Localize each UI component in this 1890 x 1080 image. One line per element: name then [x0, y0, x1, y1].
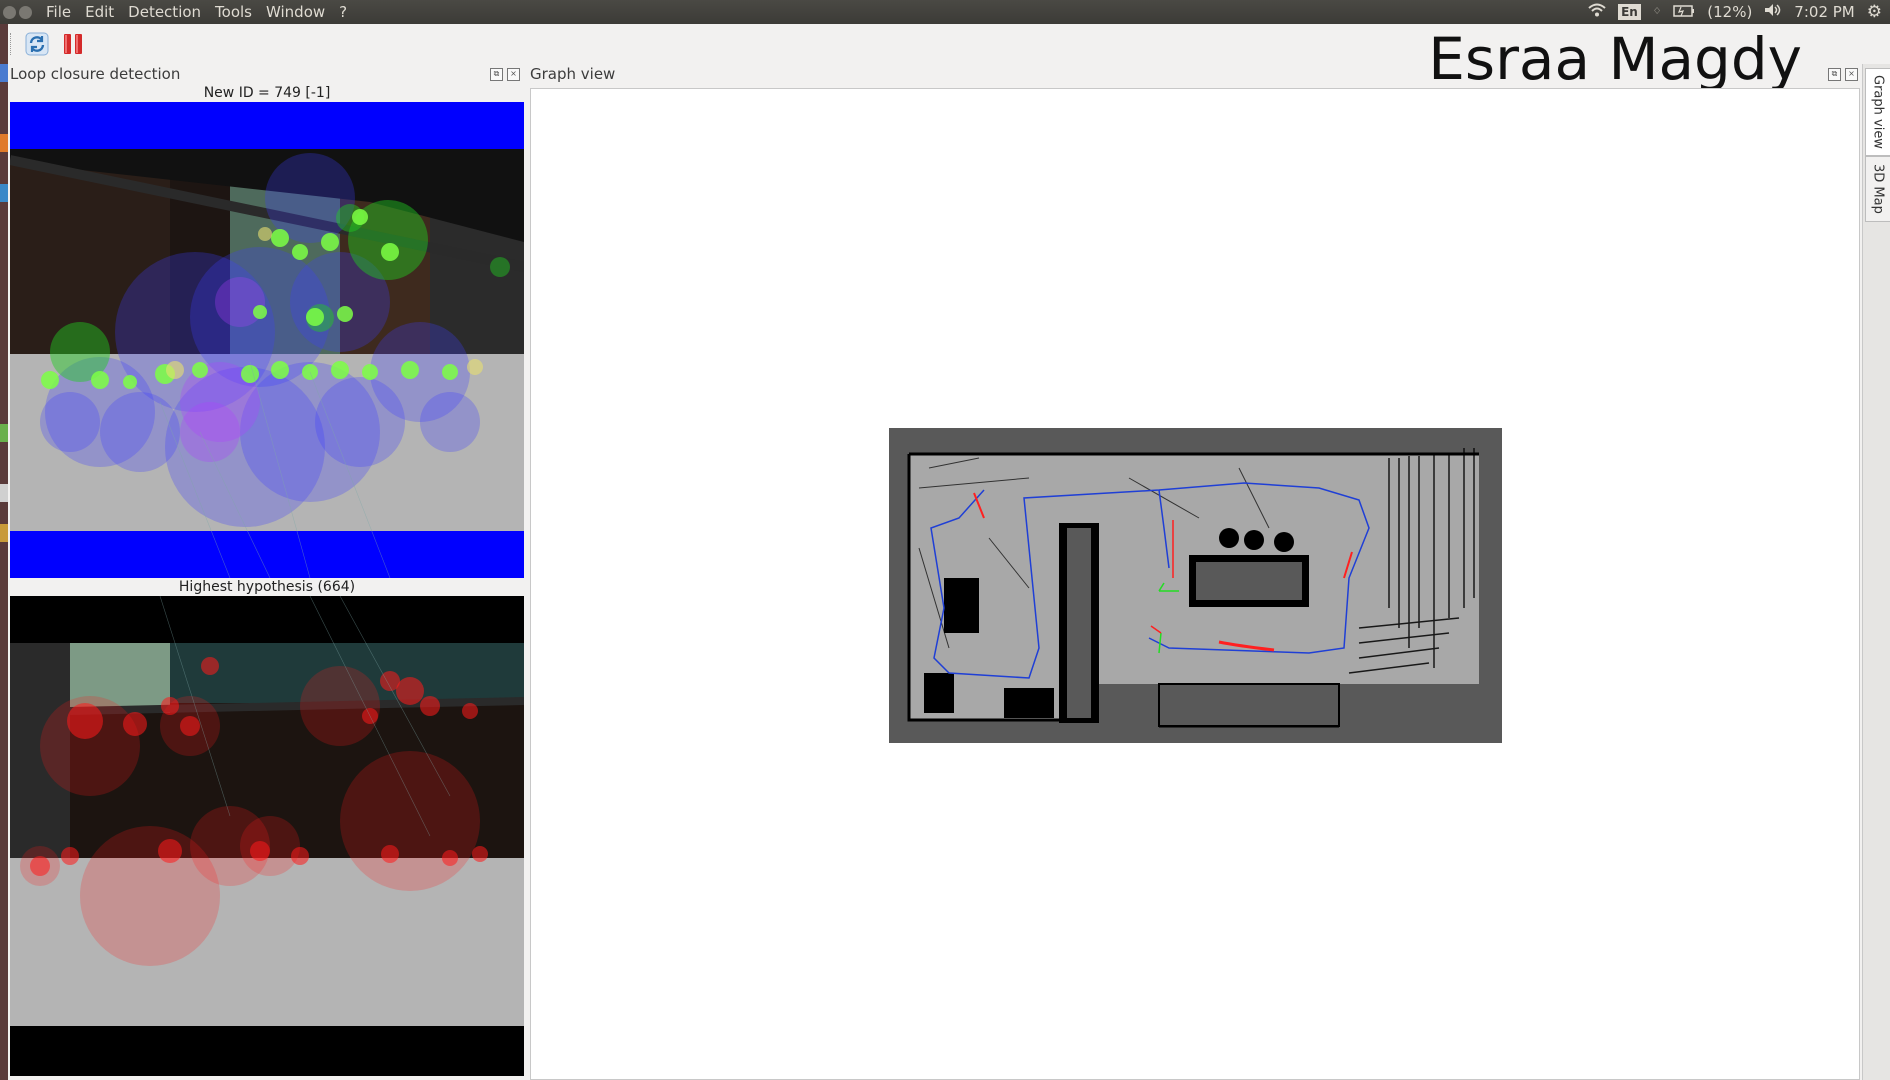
dock-controls: ⧉ ×	[490, 68, 520, 81]
refresh-button[interactable]	[24, 31, 50, 57]
system-menubar: File Edit Detection Tools Window ? En ᛜ …	[0, 0, 1890, 24]
launcher-icon[interactable]	[0, 184, 8, 202]
hypothesis-caption: Highest hypothesis (664)	[178, 579, 356, 595]
tab-3d-map-label: 3D Map	[1870, 164, 1886, 214]
volume-icon[interactable]	[1764, 3, 1782, 21]
new-image-view	[10, 102, 524, 578]
pause-icon	[64, 34, 82, 54]
window-minimize-icon[interactable]	[19, 5, 32, 19]
dock-controls: ⧉ ×	[1828, 68, 1858, 81]
new-image-panel	[10, 102, 524, 578]
graph-view-dock-title: Graph view	[530, 65, 616, 83]
menu-detection[interactable]: Detection	[128, 3, 201, 21]
right-tab-strip: Graph view 3D Map	[1862, 64, 1890, 1080]
launcher-icon[interactable]	[0, 524, 8, 542]
menu-help[interactable]: ?	[339, 3, 347, 21]
wifi-icon[interactable]	[1588, 3, 1606, 21]
new-id-caption: New ID = 749 [-1]	[203, 85, 331, 101]
clock[interactable]: 7:02 PM	[1794, 3, 1854, 21]
window-close-icon[interactable]	[3, 5, 16, 19]
hypothesis-image-panel	[10, 596, 524, 1076]
tab-3d-map[interactable]: 3D Map	[1865, 156, 1890, 222]
float-dock-icon[interactable]: ⧉	[490, 68, 503, 81]
launcher-icon[interactable]	[0, 424, 8, 442]
graph-view-dock: Graph view ⧉ ×	[530, 64, 1860, 1080]
menu-edit[interactable]: Edit	[85, 3, 114, 21]
toolbar-grip[interactable]	[10, 33, 14, 55]
menu-file[interactable]: File	[46, 3, 71, 21]
close-dock-icon[interactable]: ×	[507, 68, 520, 81]
pause-button[interactable]	[60, 31, 86, 57]
tab-graph-view-label: Graph view	[1870, 75, 1886, 149]
battery-icon[interactable]	[1673, 3, 1695, 21]
keyboard-layout-indicator[interactable]: En	[1618, 4, 1641, 20]
loop-closure-dock: Loop closure detection ⧉ × New ID = 749 …	[10, 64, 524, 1080]
launcher-strip	[0, 24, 8, 1080]
menu-tools[interactable]: Tools	[215, 3, 252, 21]
system-tray: En ᛜ (12%) 7:02 PM ⚙	[1588, 0, 1882, 24]
launcher-icon[interactable]	[0, 134, 8, 152]
float-dock-icon[interactable]: ⧉	[1828, 68, 1841, 81]
main-toolbar	[10, 28, 86, 60]
bluetooth-icon[interactable]: ᛜ	[1653, 4, 1661, 20]
tab-graph-view[interactable]: Graph view	[1865, 68, 1890, 156]
graph-canvas[interactable]	[530, 88, 1860, 1080]
hypothesis-image-view	[10, 596, 524, 1076]
menu-window[interactable]: Window	[266, 3, 325, 21]
launcher-icon[interactable]	[0, 64, 8, 82]
launcher-icon[interactable]	[0, 484, 8, 502]
battery-percentage[interactable]: (12%)	[1707, 3, 1752, 21]
gear-icon[interactable]: ⚙	[1867, 2, 1882, 22]
occupancy-grid-map	[889, 428, 1502, 743]
loop-closure-dock-title: Loop closure detection	[10, 65, 181, 83]
refresh-icon	[25, 32, 49, 56]
app-menu: File Edit Detection Tools Window ?	[46, 3, 361, 21]
close-dock-icon[interactable]: ×	[1845, 68, 1858, 81]
